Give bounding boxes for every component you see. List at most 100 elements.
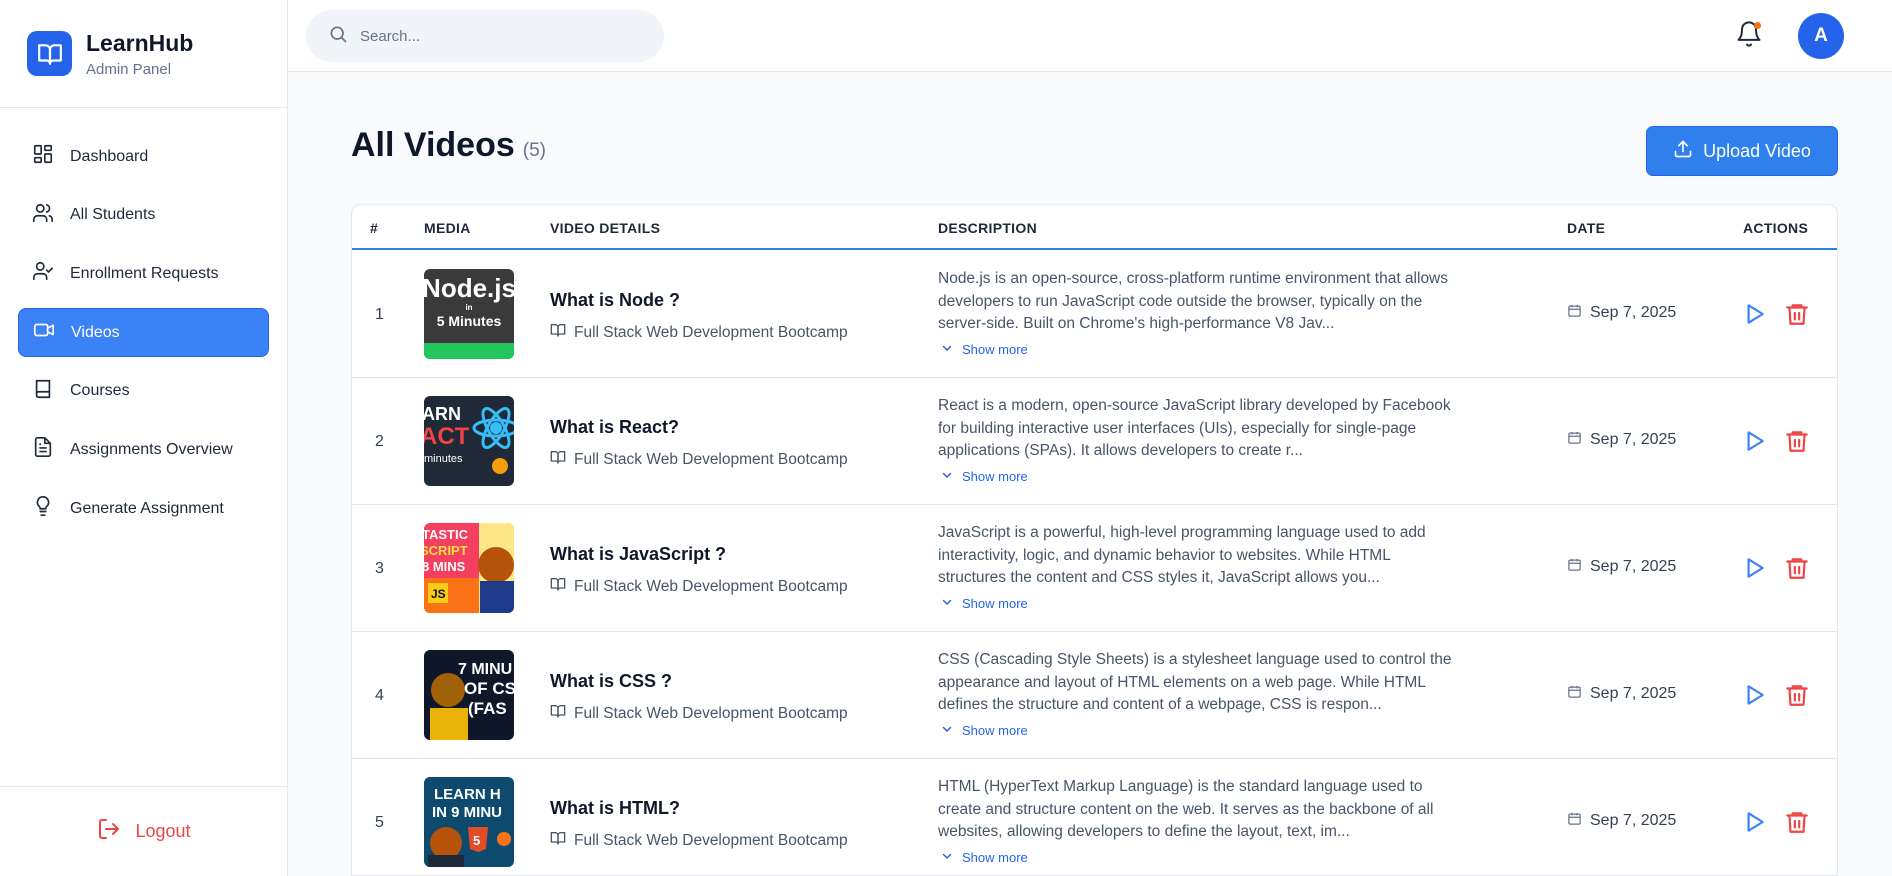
description-text: HTML (HyperText Markup Language) is the … bbox=[938, 778, 1434, 840]
sidebar-item-assignments-overview[interactable]: Assignments Overview bbox=[18, 425, 269, 474]
logout-button[interactable]: Logout bbox=[97, 817, 191, 846]
video-title[interactable]: What is CSS ? bbox=[550, 671, 672, 692]
row-number: 1 bbox=[375, 306, 384, 323]
book-open-icon bbox=[550, 576, 574, 597]
upload-icon bbox=[1673, 139, 1703, 164]
delete-button[interactable] bbox=[1784, 301, 1810, 327]
play-icon bbox=[1741, 558, 1767, 585]
play-button[interactable] bbox=[1741, 682, 1767, 708]
sidebar-item-label: Videos bbox=[71, 323, 120, 341]
user-check-icon bbox=[32, 260, 54, 287]
date-text: Sep 7, 2025 bbox=[1590, 558, 1677, 575]
upload-video-label: Upload Video bbox=[1703, 140, 1811, 161]
table-header: # MEDIA VIDEO DETAILS DESCRIPTION DATE A… bbox=[352, 205, 1837, 250]
video-title[interactable]: What is HTML? bbox=[550, 798, 680, 819]
thumb-text: in bbox=[465, 303, 472, 312]
show-more-button[interactable]: Show more bbox=[941, 339, 1458, 362]
bell-icon bbox=[1735, 21, 1763, 52]
sidebar-item-generate-assignment[interactable]: Generate Assignment bbox=[18, 484, 269, 533]
description-text: JavaScript is a powerful, high-level pro… bbox=[938, 524, 1426, 586]
chevron-down-icon bbox=[941, 847, 962, 870]
logout-section: Logout bbox=[0, 786, 288, 876]
video-course: Full Stack Web Development Bootcamp bbox=[550, 576, 848, 597]
sidebar-item-label: Generate Assignment bbox=[70, 499, 224, 517]
delete-button[interactable] bbox=[1784, 682, 1810, 708]
notification-dot bbox=[1754, 22, 1761, 29]
video-description: Node.js is an open-source, cross-platfor… bbox=[938, 268, 1458, 362]
show-more-button[interactable]: Show more bbox=[941, 720, 1458, 743]
calendar-icon bbox=[1567, 557, 1590, 577]
delete-button[interactable] bbox=[1784, 555, 1810, 581]
book-open-icon bbox=[550, 830, 574, 851]
video-thumbnail[interactable]: LEARN H IN 9 MINU 5 bbox=[424, 777, 514, 867]
lightbulb-icon bbox=[32, 495, 54, 522]
course-name: Full Stack Web Development Bootcamp bbox=[574, 831, 848, 849]
book-icon bbox=[32, 378, 54, 405]
sidebar: LearnHub Admin Panel Dashboard All Stude… bbox=[0, 0, 288, 876]
search-icon bbox=[328, 24, 348, 49]
brand: LearnHub Admin Panel bbox=[0, 0, 287, 108]
thumb-text: ACT bbox=[424, 423, 470, 450]
video-title[interactable]: What is React? bbox=[550, 417, 679, 438]
calendar-icon bbox=[1567, 684, 1590, 704]
video-count: (5) bbox=[522, 140, 546, 161]
sidebar-item-dashboard[interactable]: Dashboard bbox=[18, 132, 269, 181]
book-open-icon bbox=[550, 703, 574, 724]
show-more-button[interactable]: Show more bbox=[941, 466, 1458, 489]
thumb-text: 5 bbox=[473, 833, 480, 848]
course-name: Full Stack Web Development Bootcamp bbox=[574, 450, 848, 468]
brand-subtitle: Admin Panel bbox=[86, 60, 172, 78]
trash-icon bbox=[1784, 685, 1810, 712]
show-more-label: Show more bbox=[962, 469, 1028, 484]
show-more-button[interactable]: Show more bbox=[941, 847, 1458, 870]
sidebar-item-label: Assignments Overview bbox=[70, 440, 233, 458]
description-text: React is a modern, open-source JavaScrip… bbox=[938, 397, 1451, 459]
thumb-text: IN 9 MINU bbox=[432, 804, 502, 821]
calendar-icon bbox=[1567, 811, 1590, 831]
video-title[interactable]: What is JavaScript ? bbox=[550, 544, 726, 565]
video-thumbnail[interactable]: Node.js in 5 Minutes bbox=[424, 269, 514, 359]
sidebar-item-courses[interactable]: Courses bbox=[18, 367, 269, 416]
sidebar-item-label: Courses bbox=[70, 382, 130, 400]
play-icon bbox=[1741, 685, 1767, 712]
search-box bbox=[306, 10, 664, 62]
play-button[interactable] bbox=[1741, 428, 1767, 454]
video-thumbnail[interactable]: ARN ACT minutes bbox=[424, 396, 514, 486]
upload-video-button[interactable]: Upload Video bbox=[1646, 126, 1838, 176]
page-header: All Videos (5) Upload Video bbox=[351, 126, 1838, 178]
file-text-icon bbox=[32, 436, 54, 463]
notifications-button[interactable] bbox=[1735, 20, 1763, 48]
col-header-media: MEDIA bbox=[424, 220, 471, 236]
videos-table: # MEDIA VIDEO DETAILS DESCRIPTION DATE A… bbox=[351, 204, 1838, 876]
sidebar-item-label: Dashboard bbox=[70, 147, 149, 165]
video-course: Full Stack Web Development Bootcamp bbox=[550, 322, 848, 343]
video-thumbnail[interactable]: TASTIC SCRIPT 8 MINS JS bbox=[424, 523, 514, 613]
play-button[interactable] bbox=[1741, 555, 1767, 581]
thumb-text: ARN bbox=[424, 404, 461, 424]
show-more-label: Show more bbox=[962, 850, 1028, 865]
video-date: Sep 7, 2025 bbox=[1567, 811, 1676, 831]
logout-icon bbox=[97, 817, 135, 846]
thumb-text: JS bbox=[431, 587, 446, 601]
topbar: A bbox=[288, 0, 1892, 72]
video-thumbnail[interactable]: 7 MINU OF CS (FAS bbox=[424, 650, 514, 740]
book-open-icon bbox=[550, 322, 574, 343]
sidebar-item-all-students[interactable]: All Students bbox=[18, 191, 269, 240]
play-button[interactable] bbox=[1741, 301, 1767, 327]
show-more-button[interactable]: Show more bbox=[941, 593, 1458, 616]
delete-button[interactable] bbox=[1784, 809, 1810, 835]
thumb-text: LEARN H bbox=[434, 786, 501, 803]
chevron-down-icon bbox=[941, 339, 962, 362]
video-course: Full Stack Web Development Bootcamp bbox=[550, 830, 848, 851]
delete-button[interactable] bbox=[1784, 428, 1810, 454]
play-button[interactable] bbox=[1741, 809, 1767, 835]
chevron-down-icon bbox=[941, 720, 962, 743]
avatar[interactable]: A bbox=[1798, 13, 1844, 59]
sidebar-item-enrollment-requests[interactable]: Enrollment Requests bbox=[18, 249, 269, 298]
video-title[interactable]: What is Node ? bbox=[550, 290, 680, 311]
date-text: Sep 7, 2025 bbox=[1590, 812, 1677, 829]
sidebar-item-videos[interactable]: Videos bbox=[18, 308, 269, 358]
search-input[interactable] bbox=[360, 27, 650, 45]
video-date: Sep 7, 2025 bbox=[1567, 684, 1676, 704]
sidebar-nav: Dashboard All Students Enrollment Reques… bbox=[0, 108, 287, 533]
